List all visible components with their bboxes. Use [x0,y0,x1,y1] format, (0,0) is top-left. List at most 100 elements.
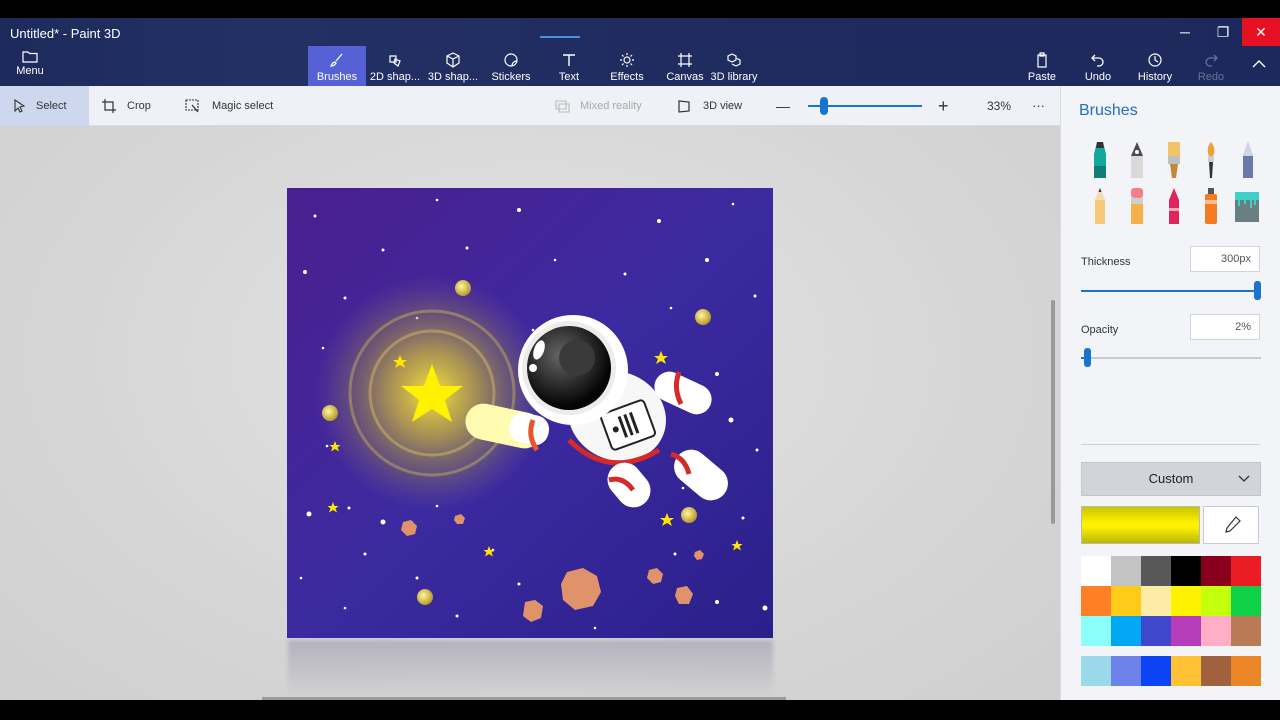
tool-label: Text [558,71,580,83]
tool-3d-library[interactable]: 3D library [706,46,762,86]
color-swatch[interactable] [1171,656,1201,686]
color-swatch[interactable] [1081,556,1111,586]
panel-title: Brushes [1079,102,1138,119]
vertical-scrollbar[interactable] [1051,300,1055,524]
tool-brushes[interactable]: Brushes [308,46,366,86]
brush-icon [329,53,343,67]
tool-stickers[interactable]: Stickers [482,46,540,86]
close-button[interactable]: ✕ [1242,18,1280,46]
chevron-up-icon [1252,60,1266,68]
undo-button[interactable]: Undo [1069,46,1127,86]
3d-view-button[interactable]: 3D view [677,86,742,126]
thickness-label: Thickness [1081,256,1131,268]
oil-brush-icon[interactable] [1160,140,1188,180]
3d-shapes-icon [446,52,460,68]
color-swatch[interactable] [1201,586,1231,616]
magic-select-button[interactable]: Magic select [184,86,273,126]
thickness-input[interactable]: 300px [1190,246,1260,272]
panel-divider [1081,444,1260,445]
effects-icon [620,53,634,67]
restore-button[interactable]: ❐ [1204,18,1242,46]
tool-effects[interactable]: Effects [598,46,656,86]
color-swatch[interactable] [1201,656,1231,686]
sub-toolbar: Select Crop Magic select Mixed reality 3… [0,86,1060,126]
color-swatch[interactable] [1081,656,1111,686]
brushes-panel: Brushes Thickness 300px Opacity 2% Custo… [1060,86,1280,700]
fill-bucket-icon[interactable] [1233,186,1261,226]
minimize-button[interactable]: ─ [1166,18,1204,46]
current-color-swatch[interactable] [1081,506,1200,544]
2d-shapes-icon [389,55,401,67]
crop-icon [102,99,116,113]
brush-type-dropdown[interactable]: Custom [1081,462,1261,496]
tool-3d-shapes[interactable]: 3D shap... [424,46,482,86]
tool-text[interactable]: Text [540,46,598,86]
history-button[interactable]: History [1126,46,1184,86]
pixel-pen-icon[interactable] [1234,140,1262,180]
opacity-input[interactable]: 2% [1190,314,1260,340]
text-icon [563,54,575,66]
tool-label: Canvas [666,71,704,83]
opacity-slider-thumb[interactable] [1084,348,1092,367]
tool-2d-shapes[interactable]: 2D shap... [366,46,424,86]
select-button[interactable]: Select [0,86,89,126]
color-swatch[interactable] [1111,586,1141,616]
paste-button[interactable]: Paste [1013,46,1071,86]
color-swatch[interactable] [1231,556,1261,586]
color-swatch[interactable] [1081,616,1111,646]
eraser-icon[interactable] [1123,186,1151,226]
crop-button[interactable]: Crop [101,86,151,126]
3d-view-label: 3D view [703,100,743,112]
drawing-canvas[interactable] [287,188,773,638]
color-swatch[interactable] [1201,556,1231,586]
more-options-button[interactable]: ··· [1032,86,1045,126]
opacity-slider-track[interactable] [1081,357,1261,359]
crayon-icon[interactable] [1160,186,1188,226]
window-title: Untitled* - Paint 3D [10,26,121,41]
tool-label: 3D library [710,71,758,83]
color-swatch[interactable] [1111,616,1141,646]
color-swatch[interactable] [1171,586,1201,616]
chevron-down-icon [1238,475,1250,482]
tool-label: Brushes [316,71,358,83]
color-swatch[interactable] [1231,586,1261,616]
color-swatch[interactable] [1231,656,1261,686]
spray-can-icon[interactable] [1197,186,1225,226]
pointer-icon [14,99,26,113]
eyedropper-icon [1225,516,1241,533]
thickness-slider-thumb[interactable] [1254,281,1261,300]
color-swatch[interactable] [1081,586,1111,616]
pencil-icon[interactable] [1086,186,1114,226]
zoom-out-button[interactable]: — [776,86,790,126]
zoom-slider-thumb[interactable] [820,97,828,115]
color-swatch[interactable] [1171,616,1201,646]
color-swatch[interactable] [1231,616,1261,646]
select-label: Select [36,100,67,112]
redo-button[interactable]: Redo [1182,46,1240,86]
mixed-reality-button[interactable]: Mixed reality [554,86,642,126]
marker-brush-icon[interactable] [1086,140,1114,180]
zoom-in-button[interactable]: + [938,86,949,126]
magic-select-label: Magic select [212,100,274,112]
tool-label: Undo [1084,71,1112,83]
menu-button[interactable]: Menu [10,50,50,77]
calligraphy-pen-icon[interactable] [1123,140,1151,180]
collapse-panel-button[interactable] [1244,56,1274,76]
color-swatch[interactable] [1171,556,1201,586]
color-swatch[interactable] [1141,616,1171,646]
horizontal-scrollbar[interactable] [262,697,786,700]
color-swatch[interactable] [1141,656,1171,686]
zoom-level: 33% [987,99,1012,113]
crop-label: Crop [127,100,151,112]
color-swatch[interactable] [1141,556,1171,586]
thickness-slider-track[interactable] [1081,290,1261,292]
color-swatch[interactable] [1201,616,1231,646]
color-swatch[interactable] [1111,556,1141,586]
color-swatch[interactable] [1141,586,1171,616]
eyedropper-button[interactable] [1203,506,1259,544]
color-swatch[interactable] [1111,656,1141,686]
watercolor-brush-icon[interactable] [1197,140,1225,180]
3d-library-icon [727,53,741,67]
mixed-reality-icon [555,100,570,113]
3d-view-icon [678,100,690,113]
